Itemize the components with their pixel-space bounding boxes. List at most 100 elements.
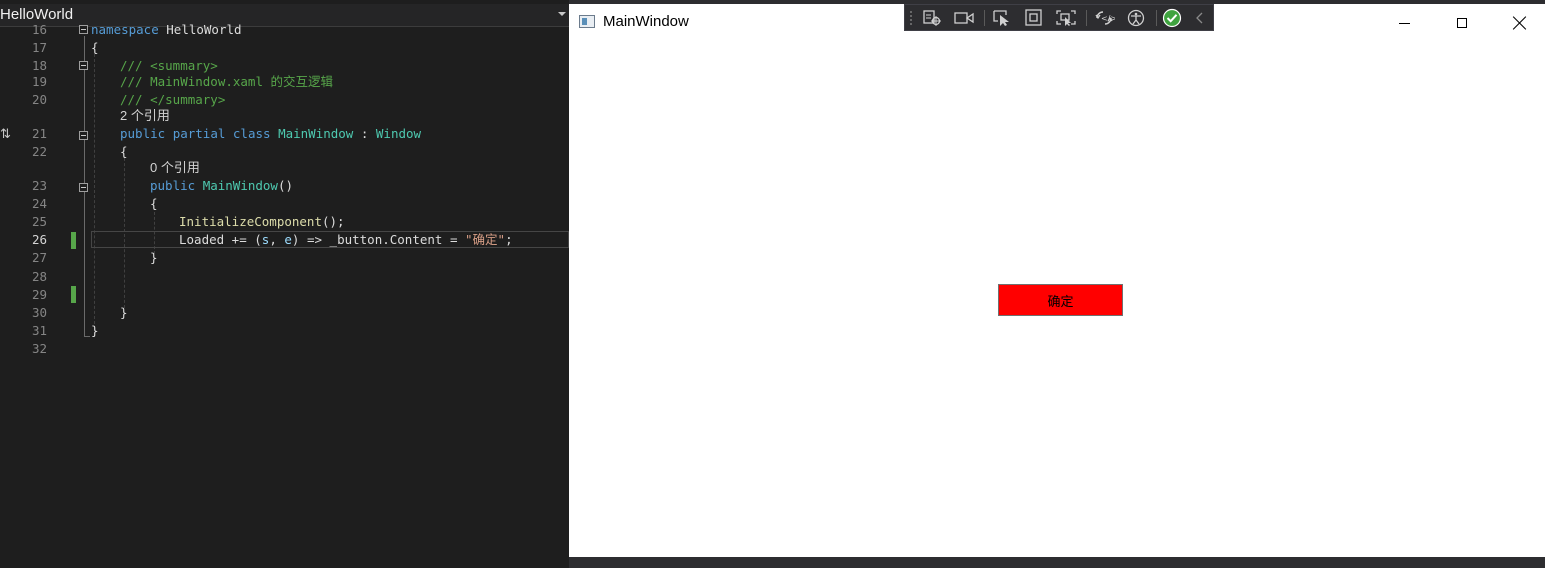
code-text: /// MainWindow.xaml 的交互逻辑 — [120, 73, 333, 91]
code-text: public partial class MainWindow : Window — [120, 125, 421, 143]
code-token: e — [284, 232, 292, 247]
toolbar-separator — [984, 10, 985, 26]
code-token: /// MainWindow.xaml 的交互逻辑 — [120, 74, 334, 89]
code-line[interactable]: 25 InitializeComponent(); — [0, 213, 569, 231]
show-in-app-toolbar-icon[interactable] — [953, 8, 975, 28]
code-line[interactable]: 27} — [0, 249, 569, 267]
collapse-toolbar-icon[interactable] — [1189, 8, 1211, 28]
maximize-button[interactable] — [1433, 4, 1491, 42]
code-token: InitializeComponent — [179, 214, 322, 229]
code-token: class — [232, 126, 279, 141]
track-focused-element-icon[interactable] — [1055, 8, 1077, 28]
code-token: 0 个引用 — [150, 160, 200, 175]
line-number: 26 — [31, 232, 47, 247]
code-line[interactable]: 16 namespace HelloWorld — [0, 21, 569, 39]
no-issues-icon[interactable] — [1161, 8, 1183, 28]
code-line[interactable]: 26 Loaded += (s, e) => _button.Content = … — [0, 231, 569, 249]
reference-count-lens[interactable]: 2 个引用 — [120, 107, 170, 125]
code-text: { — [91, 39, 99, 57]
code-line[interactable]: 30} — [0, 304, 569, 322]
code-text: } — [120, 304, 128, 322]
svg-text:</>: </> — [1101, 14, 1115, 23]
code-token: MainWindow — [202, 178, 278, 193]
xaml-debug-toolbar[interactable]: </> — [904, 4, 1214, 31]
code-token: ; — [505, 232, 513, 247]
minimize-button[interactable] — [1375, 4, 1433, 42]
code-line[interactable]: 2 个引用 — [0, 107, 569, 125]
code-text: public MainWindow() — [150, 177, 293, 195]
window-frame-bottom — [569, 557, 1545, 568]
app-window-icon[interactable] — [579, 15, 595, 28]
toolbar-grip-icon[interactable] — [909, 10, 913, 26]
line-number: 30 — [31, 305, 47, 320]
code-token: public — [120, 126, 173, 141]
code-token: : — [353, 126, 376, 141]
code-text: namespace HelloWorld — [91, 21, 242, 39]
code-token: HelloWorld — [166, 22, 242, 37]
code-token: Window — [375, 126, 422, 141]
line-number: 16 — [31, 22, 47, 37]
code-token: , — [269, 232, 285, 247]
code-line[interactable]: 24 { — [0, 195, 569, 213]
code-token: } — [91, 323, 99, 338]
select-element-icon[interactable] — [991, 8, 1013, 28]
code-token: Loaded += ( — [179, 232, 262, 247]
code-line[interactable]: 19 /// MainWindow.xaml 的交互逻辑 — [0, 73, 569, 91]
close-button[interactable] — [1491, 4, 1545, 42]
code-token: () — [277, 178, 294, 193]
line-number: 25 — [31, 214, 47, 229]
display-layout-adorners-icon[interactable] — [1023, 8, 1045, 28]
code-line[interactable]: 21 public partial class MainWindow : Wind… — [0, 125, 569, 143]
confirm-button[interactable]: 确定 — [998, 284, 1123, 316]
window-title: MainWindow — [603, 13, 689, 30]
binding-failures-icon[interactable]: </> — [1093, 8, 1115, 28]
line-number: 21 — [31, 126, 47, 141]
code-line[interactable]: 17 { — [0, 39, 569, 57]
code-token: /// <summary> — [120, 58, 218, 73]
code-token: namespace — [91, 22, 167, 37]
code-text: InitializeComponent(); — [179, 213, 345, 231]
code-line[interactable]: 31} — [0, 322, 569, 340]
code-text: } — [150, 249, 158, 267]
line-number: 32 — [31, 341, 47, 356]
code-token: { — [91, 40, 99, 55]
line-number: 24 — [31, 196, 47, 211]
minimize-icon — [1398, 22, 1410, 24]
code-text: } — [91, 322, 99, 340]
close-icon — [1513, 16, 1527, 30]
line-number: 23 — [31, 178, 47, 193]
code-line[interactable]: 32 — [0, 340, 569, 358]
line-number: 29 — [31, 287, 47, 302]
toolbar-separator — [1156, 10, 1157, 26]
chevron-down-icon[interactable] — [558, 12, 566, 16]
code-line[interactable]: 0 个引用 — [0, 159, 569, 177]
code-token: (); — [322, 214, 345, 229]
code-token: /// </summary> — [120, 92, 226, 107]
toolbar-separator — [1086, 10, 1087, 26]
line-number: 28 — [31, 269, 47, 284]
code-editor[interactable]: HelloWorld ⇅ 16 namespace HelloWorld 17{18… — [0, 0, 569, 568]
code-token: MainWindow — [278, 126, 354, 141]
reference-count-lens[interactable]: 0 个引用 — [150, 159, 200, 177]
go-to-live-visual-tree-icon[interactable] — [921, 8, 943, 28]
code-line[interactable]: 23 public MainWindow() — [0, 177, 569, 195]
scan-accessibility-icon[interactable] — [1125, 8, 1147, 28]
maximize-icon — [1457, 18, 1467, 28]
line-number: 31 — [31, 323, 47, 338]
code-text: { — [150, 195, 158, 213]
code-token: "确定" — [465, 232, 506, 247]
main-window[interactable]: MainWindow 确定 — [569, 4, 1545, 557]
code-token: partial — [172, 126, 233, 141]
code-token: } — [150, 250, 158, 265]
code-line[interactable]: 29 — [0, 286, 569, 304]
line-number: 27 — [31, 250, 47, 265]
code-token: { — [120, 144, 128, 159]
code-line[interactable]: 28 — [0, 268, 569, 286]
code-token: public — [150, 178, 203, 193]
code-token: 2 个引用 — [120, 108, 170, 123]
line-number: 19 — [31, 74, 47, 89]
code-token: { — [150, 196, 158, 211]
code-token: } — [120, 305, 128, 320]
code-token: ) => _button.Content = — [291, 232, 466, 247]
line-number: 17 — [31, 40, 47, 55]
